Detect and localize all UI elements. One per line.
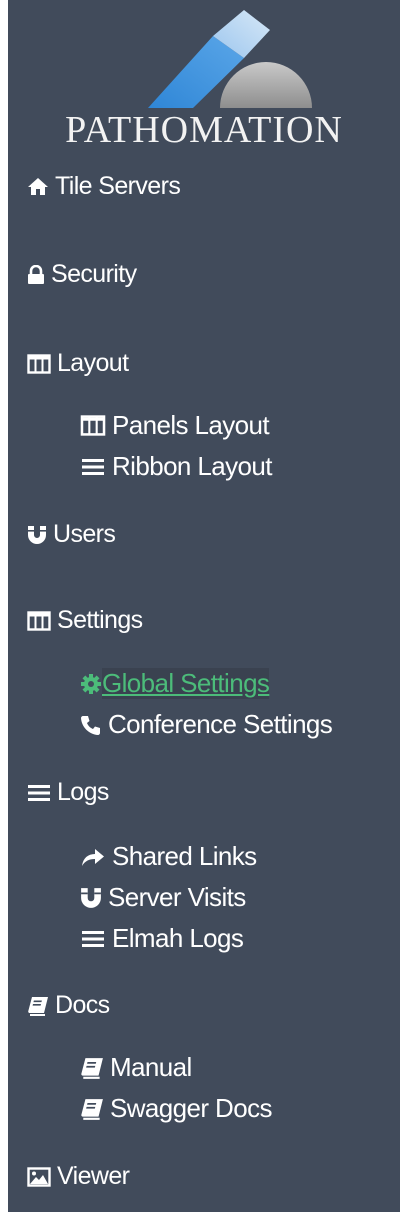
book-icon [27,996,49,1016]
nav-swagger-docs-label: Swagger Docs [110,1093,272,1123]
nav-swagger-docs[interactable]: Swagger Docs [80,1093,272,1124]
nav-panels-layout[interactable]: Panels Layout [80,410,270,441]
nav-viewer-label: Viewer [57,1162,130,1190]
nav-security[interactable]: Security [27,260,137,289]
magnet-icon [80,887,102,909]
share-icon [80,846,106,868]
columns-icon [27,610,51,631]
gear-icon [80,673,102,695]
phone-icon [80,714,102,736]
nav-conference-settings[interactable]: Conference Settings [80,709,333,740]
sidebar: PATHOMATION Tile Servers Security Layout… [8,0,400,1212]
nav-tile-servers[interactable]: Tile Servers [27,172,181,201]
bars-icon [27,783,51,803]
nav-viewer[interactable]: Viewer [27,1162,130,1191]
bars-icon [80,457,106,477]
columns-icon [27,353,51,374]
nav-global-settings[interactable]: Global Settings [80,668,270,699]
nav-global-settings-label: Global Settings [102,668,270,699]
nav-elmah-logs-label: Elmah Logs [112,923,244,953]
nav-layout[interactable]: Layout [27,349,129,378]
nav-settings-label: Settings [57,606,143,634]
nav-docs-label: Docs [55,991,110,1019]
columns-icon [80,415,106,436]
book-icon [80,1057,104,1079]
pathomation-logo[interactable]: PATHOMATION [8,0,400,151]
magnet-icon [27,525,47,545]
nav-users[interactable]: Users [27,520,116,549]
brand-name: PATHOMATION [65,109,343,151]
nav-settings[interactable]: Settings [27,606,143,635]
nav-server-visits-label: Server Visits [108,882,246,912]
nav-layout-label: Layout [57,349,129,377]
nav-users-label: Users [53,520,116,548]
nav-ribbon-layout[interactable]: Ribbon Layout [80,451,272,482]
nav-panels-layout-label: Panels Layout [112,410,270,440]
nav-security-label: Security [51,260,137,288]
nav-server-visits[interactable]: Server Visits [80,882,246,913]
home-icon [27,177,49,197]
nav-shared-links-label: Shared Links [112,841,257,871]
picture-icon [27,1166,51,1187]
nav-manual[interactable]: Manual [80,1052,192,1083]
nav-shared-links[interactable]: Shared Links [80,841,257,872]
nav-docs[interactable]: Docs [27,991,110,1020]
nav-tile-servers-label: Tile Servers [55,172,181,200]
nav-elmah-logs[interactable]: Elmah Logs [80,923,244,954]
nav-logs[interactable]: Logs [27,778,109,807]
nav-ribbon-layout-label: Ribbon Layout [112,451,272,481]
nav-manual-label: Manual [110,1052,192,1082]
nav-logs-label: Logs [57,778,109,806]
bars-icon [80,929,106,949]
book-icon [80,1098,104,1120]
logo-mark-icon [148,10,312,108]
nav-conference-settings-label: Conference Settings [108,709,333,739]
lock-icon [27,264,45,285]
